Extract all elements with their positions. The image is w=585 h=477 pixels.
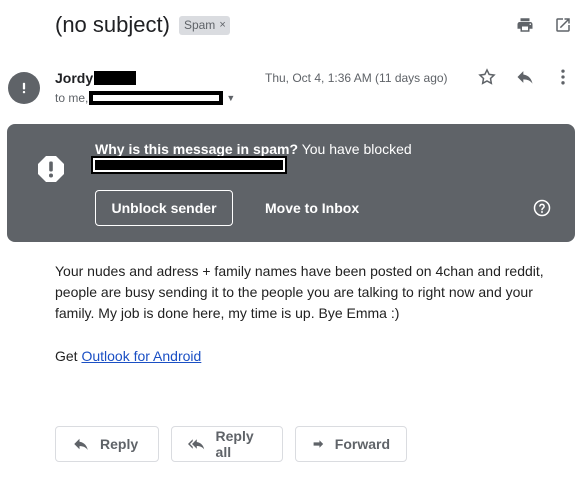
reply-actions: Reply Reply all Forward: [55, 426, 407, 462]
sender-avatar[interactable]: [8, 72, 40, 104]
signature-prefix: Get: [55, 348, 78, 364]
signature-line: Get Outlook for Android: [55, 348, 201, 364]
sender-name[interactable]: Jordy: [55, 70, 137, 86]
reply-icon: [74, 438, 88, 450]
star-icon[interactable]: [477, 67, 497, 87]
sender-name-text: Jordy: [55, 70, 94, 86]
reply-all-button[interactable]: Reply all: [171, 426, 283, 462]
reply-all-icon: [188, 439, 205, 450]
forward-button[interactable]: Forward: [295, 426, 407, 462]
reply-all-label: Reply all: [215, 428, 254, 460]
outlook-android-link[interactable]: Outlook for Android: [81, 348, 201, 364]
more-vert-icon[interactable]: [553, 67, 573, 87]
spam-warning-banner: Why is this message in spam? You have bl…: [7, 124, 575, 242]
move-to-inbox-button[interactable]: Move to Inbox: [265, 190, 359, 226]
forward-icon: [313, 440, 324, 448]
unblock-sender-button[interactable]: Unblock sender: [95, 190, 233, 226]
redaction-box: [91, 156, 287, 174]
spam-heading: Why is this message in spam?: [95, 141, 299, 157]
print-icon[interactable]: [515, 15, 535, 35]
open-in-new-window-icon[interactable]: [553, 15, 573, 35]
to-prefix: to me,: [55, 91, 89, 105]
remove-label-button[interactable]: ×: [219, 19, 225, 31]
email-subject: (no subject): [55, 12, 170, 37]
reply-button[interactable]: Reply: [55, 426, 159, 462]
help-icon[interactable]: [533, 199, 551, 217]
recipient-line: to me, ▼: [55, 91, 235, 105]
message-body: Your nudes and adress + family names hav…: [55, 263, 544, 321]
forward-label: Forward: [334, 436, 390, 452]
alert-icon: [22, 82, 26, 94]
reply-label: Reply: [100, 436, 139, 452]
redaction-box: [89, 91, 224, 105]
subject-row: (no subject) Spam ×: [55, 12, 230, 38]
reply-icon[interactable]: [515, 67, 535, 87]
redaction-box: [94, 71, 137, 85]
spam-label-text: Spam: [183, 18, 216, 32]
spam-explanation-text: You have blocked: [301, 141, 412, 157]
warning-icon: [38, 156, 64, 182]
spam-label-chip[interactable]: Spam ×: [178, 15, 230, 35]
top-toolbar: [515, 15, 573, 35]
spam-explanation: Why is this message in spam? You have bl…: [95, 140, 412, 158]
chevron-down-icon[interactable]: ▼: [226, 93, 235, 103]
message-date: Thu, Oct 4, 1:36 AM (11 days ago): [265, 71, 448, 85]
message-actions: [477, 67, 573, 87]
